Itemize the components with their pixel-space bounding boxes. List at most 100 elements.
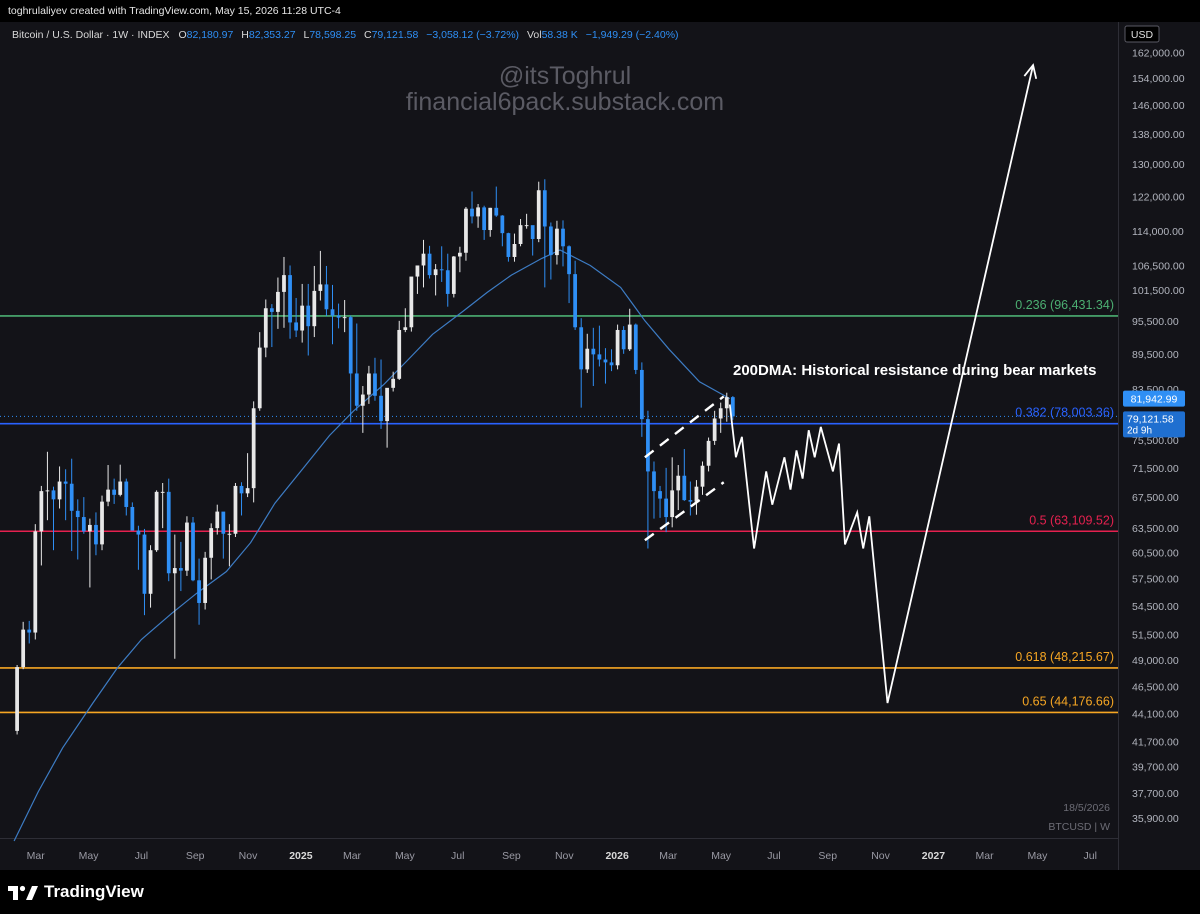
bottom-date: 18/5/2026 [1063,802,1110,814]
candle [154,490,159,552]
price-chart[interactable]: @itsToghrul financial6pack.substack.com … [0,22,1200,870]
candle-body [81,517,86,532]
fib-label-0.5: 0.5 (63,109.52) [1029,513,1114,527]
candle-body [470,208,474,217]
candle-body [391,378,396,388]
candle-body [464,208,468,253]
last-price-text: 79,121.58 [1127,413,1174,425]
y-tick-label: 146,000.00 [1132,100,1185,112]
candle-body [567,246,571,275]
y-tick-label: 122,000.00 [1132,191,1185,203]
y-tick-label: 106,500.00 [1132,260,1185,272]
tradingview-logo-icon [8,885,38,900]
candle-body [257,347,262,409]
candle-body [21,629,26,668]
candle-body [476,207,480,217]
candle-body [209,528,214,558]
candle-body [336,315,341,318]
candle-body [57,481,62,500]
fib-label-0.236: 0.236 (96,431.34) [1015,298,1114,312]
candle-body [312,290,317,327]
candle-body [688,500,693,502]
candle-body [215,511,220,529]
candle-body [178,568,183,571]
candle-body [245,488,250,494]
candle-body [627,324,632,350]
y-tick-label: 39,700.00 [1132,762,1179,774]
candle-body [458,252,462,257]
candle-body [451,256,456,294]
candle-body [494,207,499,216]
x-tick-label: May [395,850,416,862]
candle-body [318,284,323,291]
candle-body [324,284,329,310]
x-tick-label: Jul [451,850,464,862]
candle-body [251,408,256,489]
candle-body [294,322,298,331]
ma-price-text: 81,942.99 [1131,394,1178,406]
candle-body [676,475,681,491]
candle [251,401,256,503]
candle-body [712,418,717,441]
fib-label-0.382: 0.382 (78,003.36) [1015,406,1114,420]
fib-label-0.618: 0.618 (48,215.67) [1015,650,1114,664]
candle-body [185,522,189,571]
candle-body [482,207,487,231]
candle [536,181,541,243]
y-tick-label: 37,700.00 [1132,788,1179,800]
candle-body [555,228,559,256]
candle [451,256,456,298]
legend-symbol: Bitcoin / U.S. Dollar · 1W · INDEX [12,29,170,41]
candle-body [148,550,153,594]
chart-frame[interactable]: @itsToghrul financial6pack.substack.com … [0,22,1200,870]
x-tick-label: Mar [976,850,995,862]
candle-body [433,269,438,276]
candle-body [330,309,335,316]
legend-high: 82,353.27 [249,29,296,41]
x-tick-label: May [711,850,732,862]
y-tick-label: 138,000.00 [1132,129,1185,141]
x-tick-label: Jul [1084,850,1097,862]
candle-body [118,481,123,495]
candle [464,206,468,261]
candle-body [700,465,705,487]
y-tick-label: 95,500.00 [1132,316,1179,328]
legend-h-label: H [241,29,249,41]
candle-body [342,317,347,319]
candle-body [197,580,201,603]
x-tick-label: Jul [135,850,148,862]
x-tick-label: Mar [343,850,362,862]
x-tick-label: Jul [767,850,780,862]
candle-body [506,233,511,257]
candle-body [561,228,565,247]
bar-countdown-text: 2d 9h [1127,425,1152,436]
candle [409,276,414,332]
candle-body [233,485,238,534]
legend-o-label: O [178,29,186,41]
candle-body [439,269,444,271]
candle-body [112,489,117,495]
candle-body [239,485,244,494]
candle-body [160,491,165,493]
candle-body [664,498,668,518]
candle-body [172,568,177,574]
candle-body [136,530,141,535]
candle [166,478,171,582]
y-tick-label: 114,000.00 [1132,226,1184,238]
candle-body [385,387,389,422]
candle-body [124,481,129,507]
candle-body [75,510,80,518]
candle [33,524,38,640]
candle-body [33,531,38,633]
candle-body [300,305,305,331]
candle-body [500,215,505,234]
y-tick-label: 46,500.00 [1132,681,1179,693]
tradingview-logo[interactable]: TradingView [8,882,144,902]
candle-body [191,522,195,581]
x-tick-label: Mar [659,850,678,862]
candle [233,482,238,538]
candle [633,323,638,375]
candle-body [579,327,584,370]
y-tick-label: 71,500.00 [1132,463,1179,475]
candle-body [360,394,365,406]
